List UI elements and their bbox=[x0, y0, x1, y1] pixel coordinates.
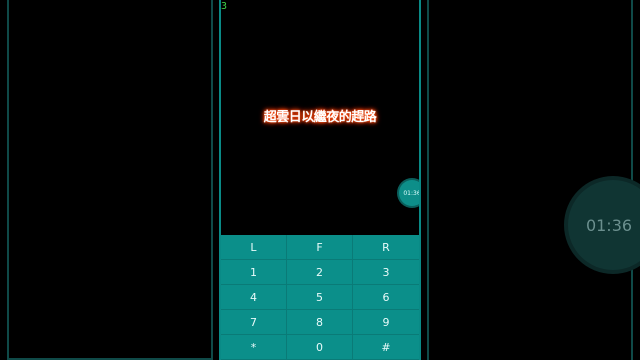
timer-bubble[interactable]: 01:36 bbox=[399, 180, 421, 206]
blurred-background-right bbox=[427, 0, 633, 360]
timer-text: 01:36 bbox=[403, 189, 421, 197]
key-f[interactable]: F bbox=[287, 235, 353, 260]
key-7[interactable]: 7 bbox=[221, 310, 287, 335]
key-0[interactable]: 0 bbox=[287, 335, 353, 360]
key-5[interactable]: 5 bbox=[287, 285, 353, 310]
key-2[interactable]: 2 bbox=[287, 260, 353, 285]
key-star[interactable]: * bbox=[221, 335, 287, 360]
key-3[interactable]: 3 bbox=[353, 260, 419, 285]
key-1[interactable]: 1 bbox=[221, 260, 287, 285]
key-hash[interactable]: # bbox=[353, 335, 419, 360]
key-4[interactable]: 4 bbox=[221, 285, 287, 310]
key-l[interactable]: L bbox=[221, 235, 287, 260]
blurred-timer-text: 01:36 bbox=[585, 215, 633, 235]
step-counter: 3 bbox=[221, 1, 228, 12]
key-6[interactable]: 6 bbox=[353, 285, 419, 310]
video-frame: 01:36 3 超雲日以繼夜的趕路 01:36 L F R 1 2 3 4 5 … bbox=[0, 0, 640, 360]
keypad: L F R 1 2 3 4 5 6 7 8 9 * 0 # bbox=[221, 235, 419, 360]
blurred-background-left bbox=[7, 0, 213, 360]
key-r[interactable]: R bbox=[353, 235, 419, 260]
phone-screen: 3 超雲日以繼夜的趕路 01:36 L F R 1 2 3 4 5 6 7 8 … bbox=[219, 0, 421, 360]
key-8[interactable]: 8 bbox=[287, 310, 353, 335]
key-9[interactable]: 9 bbox=[353, 310, 419, 335]
lyric-text: 超雲日以繼夜的趕路 bbox=[263, 110, 377, 125]
